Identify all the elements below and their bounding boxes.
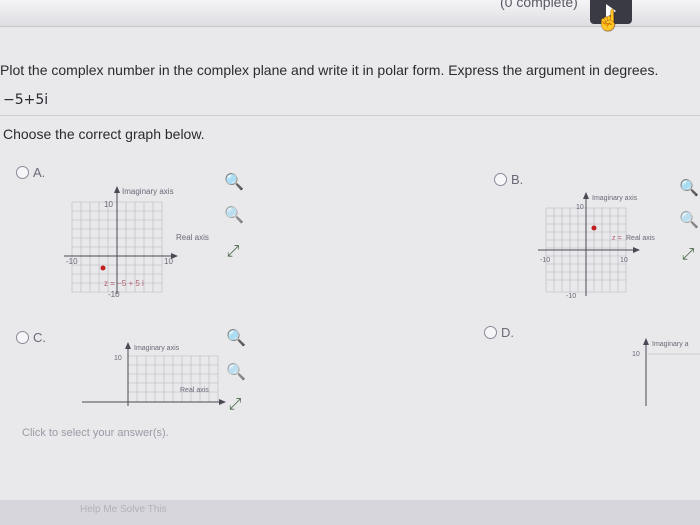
real-axis-label: Real axis	[176, 233, 209, 242]
expand-icon[interactable]: ⤢	[224, 243, 242, 261]
zoom-in-icon[interactable]: 🔍	[226, 330, 246, 348]
tick-label-10: 10	[576, 204, 584, 211]
expand-icon[interactable]: ⤢	[226, 396, 244, 414]
choose-prompt: Choose the correct graph below.	[3, 126, 205, 142]
option-c-radio[interactable]: C.	[16, 330, 46, 345]
point-label: z =	[612, 235, 622, 242]
option-c-graph[interactable]: Imaginary axis Real axis 10	[74, 338, 234, 425]
tick-label-10: 10	[620, 257, 628, 264]
tick-label-10: 10	[114, 355, 122, 362]
option-b-graph[interactable]: Imaginary axis Real axis 10 10 -10 -10 z…	[538, 188, 678, 305]
imaginary-axis-label: Imaginary axis	[592, 195, 638, 202]
tick-label-10: 10	[104, 200, 113, 209]
progress-text: (0 complete)	[500, 0, 578, 10]
option-c-label: C.	[33, 330, 46, 345]
radio-icon	[484, 326, 497, 339]
option-a-label: A.	[33, 165, 46, 180]
option-d-radio[interactable]: D.	[484, 325, 514, 340]
tick-label-neg-10: -10	[66, 257, 78, 266]
radio-icon	[16, 331, 29, 344]
footer-bar: Help Me Solve This	[0, 500, 700, 525]
expand-icon[interactable]: ⤢	[679, 246, 697, 264]
real-axis-label: Real axis	[626, 235, 655, 242]
question-text: Plot the complex number in the complex p…	[0, 62, 659, 78]
zoom-out-icon[interactable]: 🔍	[679, 212, 699, 230]
zoom-out-icon[interactable]: 🔍	[224, 207, 244, 225]
option-a-graph[interactable]: Imaginary axis Real axis 10 10 -10 -10 z…	[64, 182, 224, 305]
zoom-in-icon[interactable]: 🔍	[679, 180, 699, 198]
imaginary-axis-label: Imaginary a	[652, 341, 689, 348]
real-axis-label: Real axis	[180, 387, 209, 394]
tick-label-10: 10	[632, 351, 640, 358]
hint-text: Click to select your answer(s).	[22, 427, 169, 439]
option-b-label: B.	[511, 172, 524, 187]
point-label: z = −5 + 5 i	[104, 279, 144, 288]
tick-label-neg-10: -10	[108, 290, 120, 299]
option-a-radio[interactable]: A.	[16, 165, 45, 180]
option-d-label: D.	[501, 325, 514, 340]
imaginary-axis-label: Imaginary axis	[122, 187, 174, 196]
tick-label-neg-10: -10	[540, 257, 550, 264]
divider	[0, 115, 700, 116]
zoom-out-icon[interactable]: 🔍	[226, 364, 246, 382]
tick-label-10: 10	[164, 257, 173, 266]
option-d-graph[interactable]: Imaginary a 10	[628, 334, 700, 419]
top-bar: (0 complete) ☝	[0, 0, 700, 32]
hand-cursor-icon: ☝	[596, 10, 621, 32]
complex-expression: −5+5i	[3, 92, 49, 108]
zoom-in-icon[interactable]: 🔍	[224, 174, 244, 192]
help-me-solve-link[interactable]: Help Me Solve This	[80, 504, 167, 515]
radio-icon	[494, 173, 507, 186]
radio-icon	[16, 166, 29, 179]
imaginary-axis-label: Imaginary axis	[134, 345, 180, 352]
tick-label-neg-10: -10	[566, 293, 576, 300]
option-b-radio[interactable]: B.	[494, 172, 523, 187]
